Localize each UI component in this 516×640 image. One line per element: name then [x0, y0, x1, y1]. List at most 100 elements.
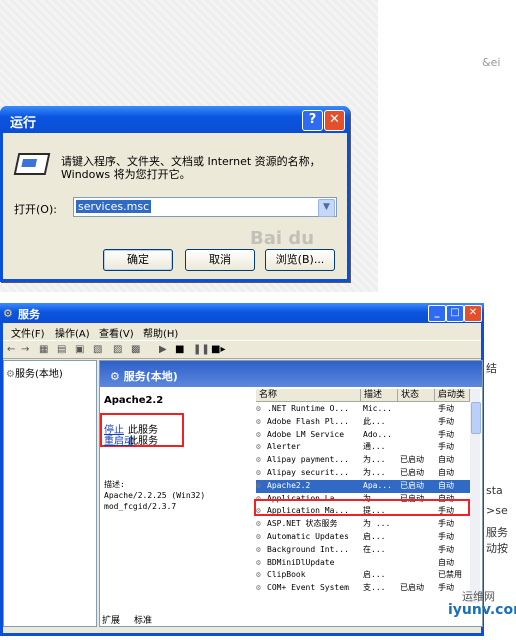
table-row[interactable]: ⚙ Alerter 通... 手动	[256, 441, 470, 454]
side-text-fragment: 结	[486, 362, 497, 375]
service-description-cell: 支...	[363, 583, 386, 593]
play-icon[interactable]: ▶	[159, 344, 167, 355]
chevron-down-icon[interactable]: ▼	[318, 199, 335, 217]
service-name-cell: Alerter	[267, 442, 301, 452]
cancel-button[interactable]: 取消	[185, 249, 255, 271]
view-tabs: 扩展 标准	[100, 613, 482, 626]
services-client: 文件(F) 操作(A) 查看(V) 帮助(H) ← → ▦ ▤ ▣ ▧ ▨ ▩ …	[3, 323, 483, 633]
service-description-cell: 为 ...	[363, 519, 391, 529]
run-body: 请键入程序、文件夹、文档或 Internet 资源的名称，Windows 将为您…	[3, 133, 347, 279]
minimize-button[interactable]: _	[428, 305, 446, 322]
service-name-cell: Apache2.2	[267, 480, 311, 490]
table-row[interactable]: ⚙ Background Int... 在... 手动	[256, 544, 470, 557]
service-description-cell: Mic...	[363, 404, 392, 413]
open-input[interactable]: services.msc ▼	[73, 197, 337, 217]
service-name-cell: Adobe Flash Pl...	[267, 416, 349, 426]
gear-icon: ⚙	[256, 570, 261, 580]
side-text-fragment: 动按	[486, 542, 508, 555]
toolbar: ← → ▦ ▤ ▣ ▧ ▨ ▩ ▶ ■ ❚❚ ■▸	[3, 340, 481, 359]
tree-item-label: 服务(本地)	[15, 369, 63, 380]
service-startup-cell: 手动	[438, 416, 454, 426]
browse-button[interactable]: 浏览(B)...	[265, 249, 335, 271]
column-header-name[interactable]: 名称	[256, 389, 361, 402]
service-description-cell: 启...	[363, 570, 386, 580]
tab-standard[interactable]: 标准	[134, 613, 152, 626]
table-row[interactable]: ⚙ Alipay payment... 为... 已启动 自动	[256, 454, 470, 467]
properties-icon[interactable]: ▤	[57, 344, 66, 355]
tab-extended[interactable]: 扩展	[102, 613, 120, 626]
help-icon[interactable]: ▨	[113, 344, 122, 355]
service-name-cell: Automatic Updates	[267, 532, 349, 541]
run-description: 请键入程序、文件夹、文档或 Internet 资源的名称，Windows 将为您…	[61, 155, 321, 181]
service-name-cell: Adobe LM Service	[267, 429, 345, 439]
column-header-startup[interactable]: 启动类	[435, 389, 470, 402]
refresh-icon[interactable]: ▣	[75, 344, 84, 355]
gear-icon: ⚙	[256, 468, 261, 477]
table-row[interactable]: ⚙ Apache2.2 Apa... 已启动 自动	[256, 479, 470, 493]
back-icon[interactable]: ←	[7, 344, 15, 355]
gear-icon: ⚙	[256, 532, 261, 541]
gear-icon: ⚙	[256, 442, 261, 452]
gear-icon: ⚙	[256, 429, 261, 439]
scrollbar-thumb[interactable]	[471, 402, 481, 434]
description-line: mod_fcgid/2.3.7	[104, 502, 177, 511]
service-startup-cell: 手动	[438, 404, 454, 413]
service-startup-cell: 手动	[438, 519, 454, 529]
side-text-fragment: >se	[486, 504, 508, 517]
vertical-scrollbar[interactable]	[470, 389, 481, 603]
close-button[interactable]: ✕	[324, 110, 345, 131]
table-row[interactable]: ⚙ COM+ Event System 支... 已启动 手动	[256, 582, 470, 595]
run-dialog: 运行 ? ✕ 请键入程序、文件夹、文档或 Internet 资源的名称，Wind…	[0, 106, 350, 282]
table-row[interactable]: ⚙ Alipay securit... 为... 已启动 自动	[256, 467, 470, 480]
tree-pane: ⚙服务(本地)	[3, 360, 97, 627]
service-description-cell: 在...	[363, 544, 386, 554]
menu-help[interactable]: 帮助(H)	[143, 325, 178, 340]
detail-header: ⚙ 服务(本地)	[100, 361, 482, 387]
show-tree-icon[interactable]: ▦	[39, 344, 48, 355]
ok-button[interactable]: 确定	[103, 249, 173, 271]
service-description-cell: 通...	[363, 442, 386, 452]
table-row[interactable]: ⚙ Adobe LM Service Ado... 手动	[256, 429, 470, 442]
menu-action[interactable]: 操作(A)	[55, 325, 90, 340]
service-status-cell: 已启动	[400, 468, 424, 477]
open-label: 打开(O):	[14, 203, 57, 216]
service-startup-cell: 自动	[438, 480, 454, 490]
column-header-status[interactable]: 状态	[398, 389, 435, 402]
restart-icon[interactable]: ■▸	[211, 344, 225, 355]
menu-file[interactable]: 文件(F)	[11, 325, 45, 340]
table-row[interactable]: ⚙ ClipBook 启... 已禁用	[256, 569, 470, 582]
service-description-cell: 启...	[363, 532, 386, 541]
table-row[interactable]: ⚙ ASP.NET 状态服务 为 ... 手动	[256, 518, 470, 531]
export-icon[interactable]: ▧	[93, 344, 102, 355]
table-row[interactable]: ⚙ Adobe Flash Pl... 此... 手动	[256, 416, 470, 429]
selected-service-name: Apache2.2	[104, 395, 164, 406]
run-title-bar[interactable]: 运行 ? ✕	[0, 106, 350, 133]
service-name-cell: COM+ Event System	[267, 583, 349, 593]
pause-icon[interactable]: ❚❚	[193, 344, 210, 355]
gear-icon: ⚙	[256, 544, 261, 554]
gear-icon: ⚙	[256, 455, 261, 465]
service-name-cell: Alipay securit...	[267, 468, 349, 477]
column-header-description[interactable]: 描述	[361, 389, 398, 402]
tree-item-services-local[interactable]: ⚙服务(本地)	[6, 365, 63, 380]
maximize-button[interactable]: □	[446, 305, 464, 322]
service-name-cell: Alipay payment...	[267, 455, 349, 465]
menu-view[interactable]: 查看(V)	[99, 325, 134, 340]
gear-icon: ⚙	[6, 369, 15, 380]
table-row[interactable]: ⚙ .NET Runtime O... Mic... 手动	[256, 403, 470, 416]
forward-icon[interactable]: →	[21, 344, 29, 355]
view-icon[interactable]: ▩	[131, 344, 140, 355]
service-status-cell: 已启动	[400, 480, 424, 490]
help-button[interactable]: ?	[302, 110, 323, 131]
table-row[interactable]: ⚙ BDMiniDlUpdate 自动	[256, 557, 470, 570]
close-button[interactable]: ✕	[464, 305, 482, 322]
service-startup-cell: 手动	[438, 429, 454, 439]
detail-header-label: 服务(本地)	[123, 370, 178, 383]
service-startup-cell: 自动	[438, 557, 454, 567]
table-row[interactable]: ⚙ Automatic Updates 启... 手动	[256, 531, 470, 544]
service-startup-cell: 手动	[438, 442, 454, 452]
run-title: 运行	[10, 116, 37, 131]
stop-icon[interactable]: ■	[175, 344, 184, 355]
services-list: 名称 描述 状态 启动类 ⚙ .NET Runtime O... Mic... 手动 ⚙…	[256, 389, 470, 603]
services-title-bar[interactable]: ⚙ 服务 _ □ ✕	[0, 303, 484, 323]
